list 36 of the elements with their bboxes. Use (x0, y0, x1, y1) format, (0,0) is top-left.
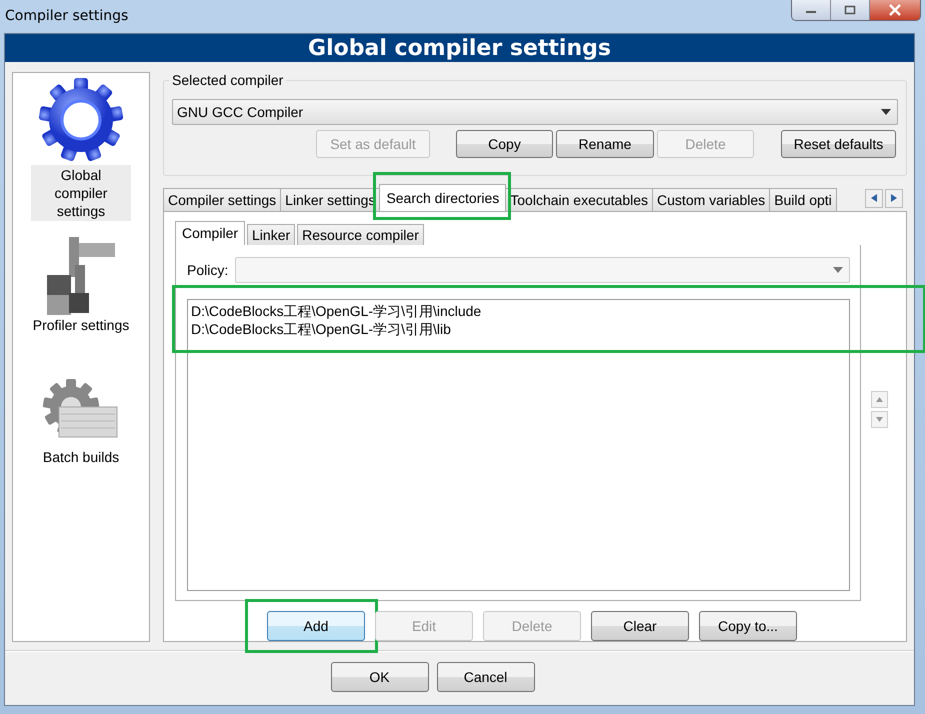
sub-tab[interactable]: Compiler (175, 220, 246, 245)
settings-tab[interactable]: Linker settings (280, 188, 380, 211)
settings-tab[interactable]: Build opti (769, 188, 837, 211)
sidebar-item[interactable]: Batch builds (29, 447, 133, 467)
settings-tab[interactable]: Compiler settings (163, 188, 282, 211)
directory-button[interactable]: Copy to... (699, 610, 797, 641)
scroll-right-icon[interactable] (885, 188, 903, 208)
minimize-icon[interactable] (792, 0, 831, 20)
directory-list[interactable]: D:\CodeBlocks工程\OpenGL-学习\引用\include D:\CodeBlocks工程\OpenGL-学习\引用\lib (187, 298, 850, 591)
dropdown-arrow-icon (833, 266, 843, 273)
spin-buttons[interactable] (871, 390, 887, 428)
compiler-dropdown[interactable]: GNU GCC Compiler (172, 99, 898, 125)
directory-item[interactable]: D:\CodeBlocks工程\OpenGL-学习\引用\include (191, 302, 846, 320)
settings-tab[interactable]: Search directories (379, 184, 506, 211)
window-title: Compiler settings (5, 8, 128, 24)
compiler-button[interactable]: Reset defaults (781, 130, 896, 158)
sidebar-item[interactable]: Global compiler settings (31, 165, 131, 221)
sub-tab[interactable]: Linker (247, 224, 296, 245)
dialog-button[interactable]: OK (330, 662, 428, 692)
settings-tab[interactable]: Toolchain executables (505, 188, 654, 211)
dropdown-arrow-icon (881, 109, 891, 115)
directory-button[interactable]: Add (267, 610, 365, 641)
directory-button[interactable]: Clear (591, 610, 689, 641)
sub-tab[interactable]: Resource compiler (297, 224, 424, 245)
policy-label: Policy: (187, 262, 228, 278)
close-icon[interactable] (870, 0, 920, 20)
compiler-button[interactable]: Copy (456, 130, 553, 158)
settings-tab[interactable]: Custom variables (652, 188, 770, 211)
scroll-left-icon[interactable] (865, 188, 883, 208)
directory-item[interactable]: D:\CodeBlocks工程\OpenGL-学习\引用\lib (191, 320, 846, 338)
sidebar-item[interactable]: Profiler settings (29, 315, 133, 335)
compiler-button[interactable]: Rename (556, 130, 654, 158)
dialog-button[interactable]: Cancel (436, 662, 534, 692)
maximize-icon[interactable] (831, 0, 870, 20)
header-title: Global compiler settings (308, 36, 611, 60)
group-label: Selected compiler (169, 72, 286, 88)
